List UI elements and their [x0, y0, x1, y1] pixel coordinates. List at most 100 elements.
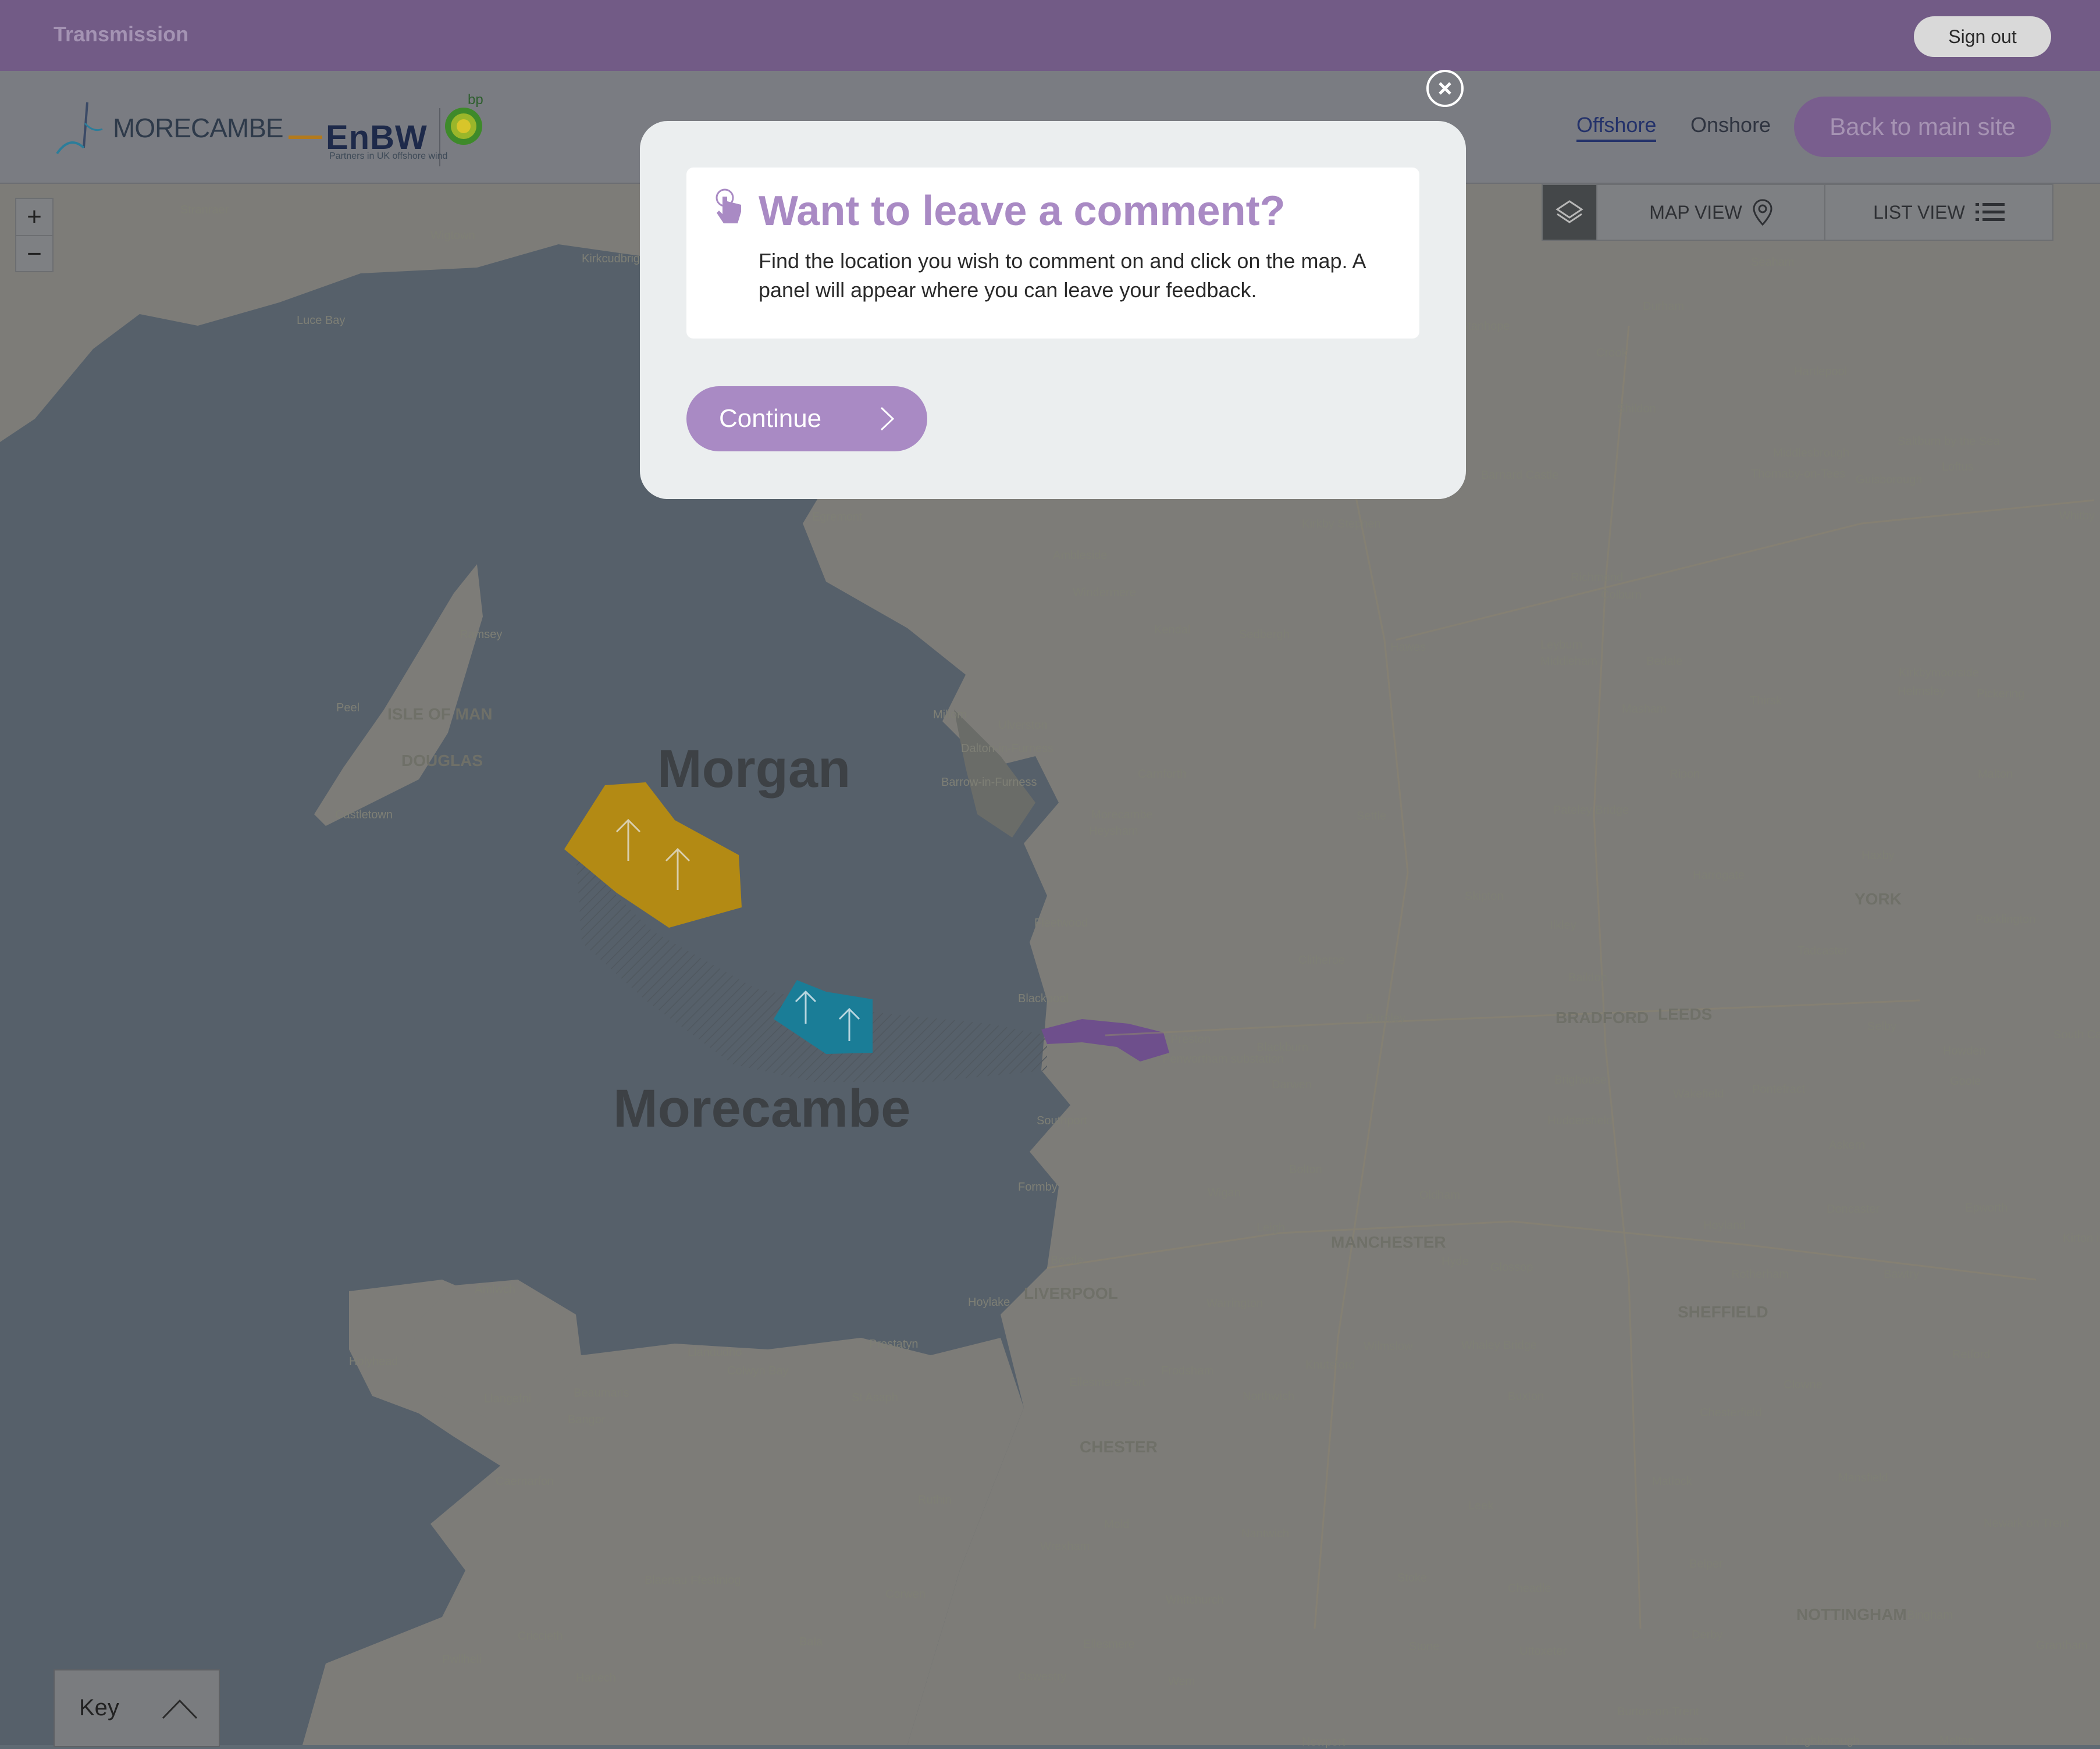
- view-toggle-bar: MAP VIEW LIST VIEW: [1542, 184, 2053, 241]
- map-place-label: St Asaph: [852, 1391, 899, 1404]
- map-place-label: Grantham: [2036, 1639, 2088, 1652]
- map-place-label: Colwyn Bay: [727, 1365, 789, 1377]
- map-place-label: LIVERPOOL: [1024, 1284, 1118, 1302]
- map-place-label: Ambleside: [1053, 549, 1108, 562]
- chevron-right-icon: [880, 407, 895, 431]
- map-place-label: Whitby: [2059, 510, 2095, 522]
- map-place-label: Bolton: [1289, 1163, 1322, 1176]
- map-place-label: Goole: [1950, 1075, 1981, 1088]
- map-place-label: Blackpool: [1018, 992, 1069, 1005]
- map-place-label: Settle: [1357, 810, 1387, 822]
- map-place-label: Penwortham substation: [1162, 1053, 1284, 1066]
- map-place-label: Egremont: [812, 511, 863, 523]
- map-place-label: Richmond: [1571, 571, 1624, 584]
- map-place-label: Selby: [1867, 1020, 1897, 1033]
- map-place-label: Hoylake: [968, 1296, 1010, 1309]
- modal-card: Want to leave a comment? Find the locati…: [686, 168, 1419, 339]
- map-place-label: Wigtown: [430, 229, 475, 242]
- map-place-label: Masham: [1622, 703, 1667, 715]
- map-place-label: Stoke: [1397, 1572, 1428, 1584]
- map-place-label: Huddersfield: [1547, 1114, 1613, 1127]
- map-view-button[interactable]: MAP VIEW: [1596, 185, 1824, 240]
- map-place-label: Pocklington: [1976, 913, 2036, 926]
- map-place-label: Kirton in Lindsey: [2063, 1232, 2100, 1245]
- modal-description: Find the location you wish to comment on…: [759, 249, 1365, 302]
- map-place-label: Kendal: [1154, 624, 1191, 636]
- map-place-label: Durham: [1643, 300, 1685, 313]
- map-key-panel[interactable]: Key: [54, 1669, 220, 1747]
- map-place-label: Middlesbrough: [1773, 447, 1850, 459]
- map-place-label: YORK: [1855, 890, 1902, 908]
- map-place-label: Beaumaris: [574, 1387, 629, 1399]
- back-to-main-site-button[interactable]: Back to main site: [1794, 97, 2051, 157]
- continue-label: Continue: [719, 404, 822, 433]
- map-place-label: Baildon: [1568, 971, 1607, 984]
- map-place-label: Leyburn: [1540, 639, 1583, 651]
- continue-button[interactable]: Continue: [686, 386, 927, 451]
- map-place-label: Rotherham: [1731, 1268, 1789, 1281]
- wind-turbine-icon: [56, 102, 103, 155]
- map-place-label: Barrow-in-Furness: [941, 776, 1037, 789]
- map-place-label: Loughborough: [1785, 1734, 1860, 1747]
- map-place-label: Tadcaster: [1798, 945, 1848, 957]
- map-place-label: Newport: [1302, 1736, 1346, 1748]
- map-place-label: Swadlincote: [1646, 1734, 1709, 1747]
- map-place-label: Skipton: [1465, 890, 1504, 903]
- layers-icon: [1556, 200, 1583, 223]
- map-place-label: Glossop: [1490, 1261, 1533, 1274]
- map-place-label: Luce Bay: [297, 314, 346, 327]
- map-place-label: Burton-on-Trent: [1617, 1705, 1699, 1718]
- map-place-label: Cheadle: [1508, 1582, 1551, 1595]
- map-place-label: Askern: [1829, 1139, 1866, 1152]
- map-place-label: Thirsk: [1750, 694, 1782, 707]
- nav-onshore[interactable]: Onshore: [1690, 113, 1771, 137]
- map-place-label: Helmsley: [1898, 685, 1946, 698]
- list-view-button[interactable]: LIST VIEW: [1824, 185, 2052, 240]
- map-place-label: Oswestry: [1018, 1670, 1067, 1683]
- map-place-label: Wem: [1168, 1675, 1195, 1688]
- map-place-label: Nantwich: [1241, 1527, 1290, 1540]
- map-place-label: Malton: [1978, 768, 2013, 781]
- map-place-label: Blaenau Ffestiniog: [645, 1574, 741, 1587]
- map-place-label: Hyde: [1441, 1255, 1469, 1268]
- map-place-label: South Cave: [2053, 1028, 2100, 1041]
- map-place-label: Ellesmere Port: [1069, 1376, 1146, 1389]
- modal-close-button[interactable]: [1426, 70, 1464, 107]
- map-place-label: Criccieth: [518, 1630, 563, 1643]
- map-place-label: Wakefield: [1673, 1088, 1724, 1100]
- zoom-out-button[interactable]: −: [16, 236, 52, 272]
- map-place-label: Windermere: [1073, 586, 1136, 599]
- map-place-label: Pontefract: [1752, 1083, 1806, 1096]
- map-place-label: Oldham: [1419, 1189, 1461, 1202]
- map-place-label: Southport: [1037, 1114, 1087, 1127]
- key-label: Key: [79, 1695, 119, 1720]
- map-place-label: Ellesmere: [1083, 1638, 1135, 1651]
- layers-button[interactable]: [1543, 185, 1596, 240]
- map-place-label: Stanhope: [1460, 320, 1510, 333]
- map-place-label: Ilkley: [1550, 919, 1576, 932]
- map-place-label: Epworth: [1965, 1202, 2008, 1214]
- map-place-label: Ulverston: [998, 719, 1048, 732]
- pointer-hand-icon: [716, 188, 741, 223]
- map-place-label: LEEDS: [1658, 1005, 1713, 1023]
- map-place-label: Brighouse: [1554, 1074, 1607, 1087]
- map-place-label: Carnforth: [1138, 768, 1187, 781]
- map-place-label: Shildon: [1617, 402, 1656, 415]
- map-place-label: Ripon: [1670, 768, 1700, 781]
- sign-out-button[interactable]: Sign out: [1914, 16, 2051, 57]
- map-place-label: Middleham: [1540, 655, 1597, 668]
- nav-offshore[interactable]: Offshore: [1576, 113, 1657, 142]
- close-icon: [1439, 82, 1451, 95]
- map-place-label: Wilmslow: [1364, 1340, 1413, 1353]
- map-place-label: Heysham: [1089, 825, 1138, 838]
- chevron-up-icon: [162, 1699, 198, 1719]
- map-place-label: Darwen: [1272, 1078, 1312, 1091]
- map-place-label: Bingham: [1907, 1609, 1953, 1622]
- map-place-label: Clowne: [1784, 1378, 1823, 1391]
- map-place-label: Mansfield: [1838, 1472, 1888, 1484]
- map-place-label: Llandudno: [688, 1346, 742, 1359]
- zoom-in-button[interactable]: +: [16, 199, 52, 236]
- map-place-label: BRADFORD: [1556, 1009, 1649, 1027]
- map-place-label: NOTTINGHAM: [1796, 1605, 1907, 1623]
- morecambe-logo[interactable]: MORECAMBE: [52, 100, 284, 156]
